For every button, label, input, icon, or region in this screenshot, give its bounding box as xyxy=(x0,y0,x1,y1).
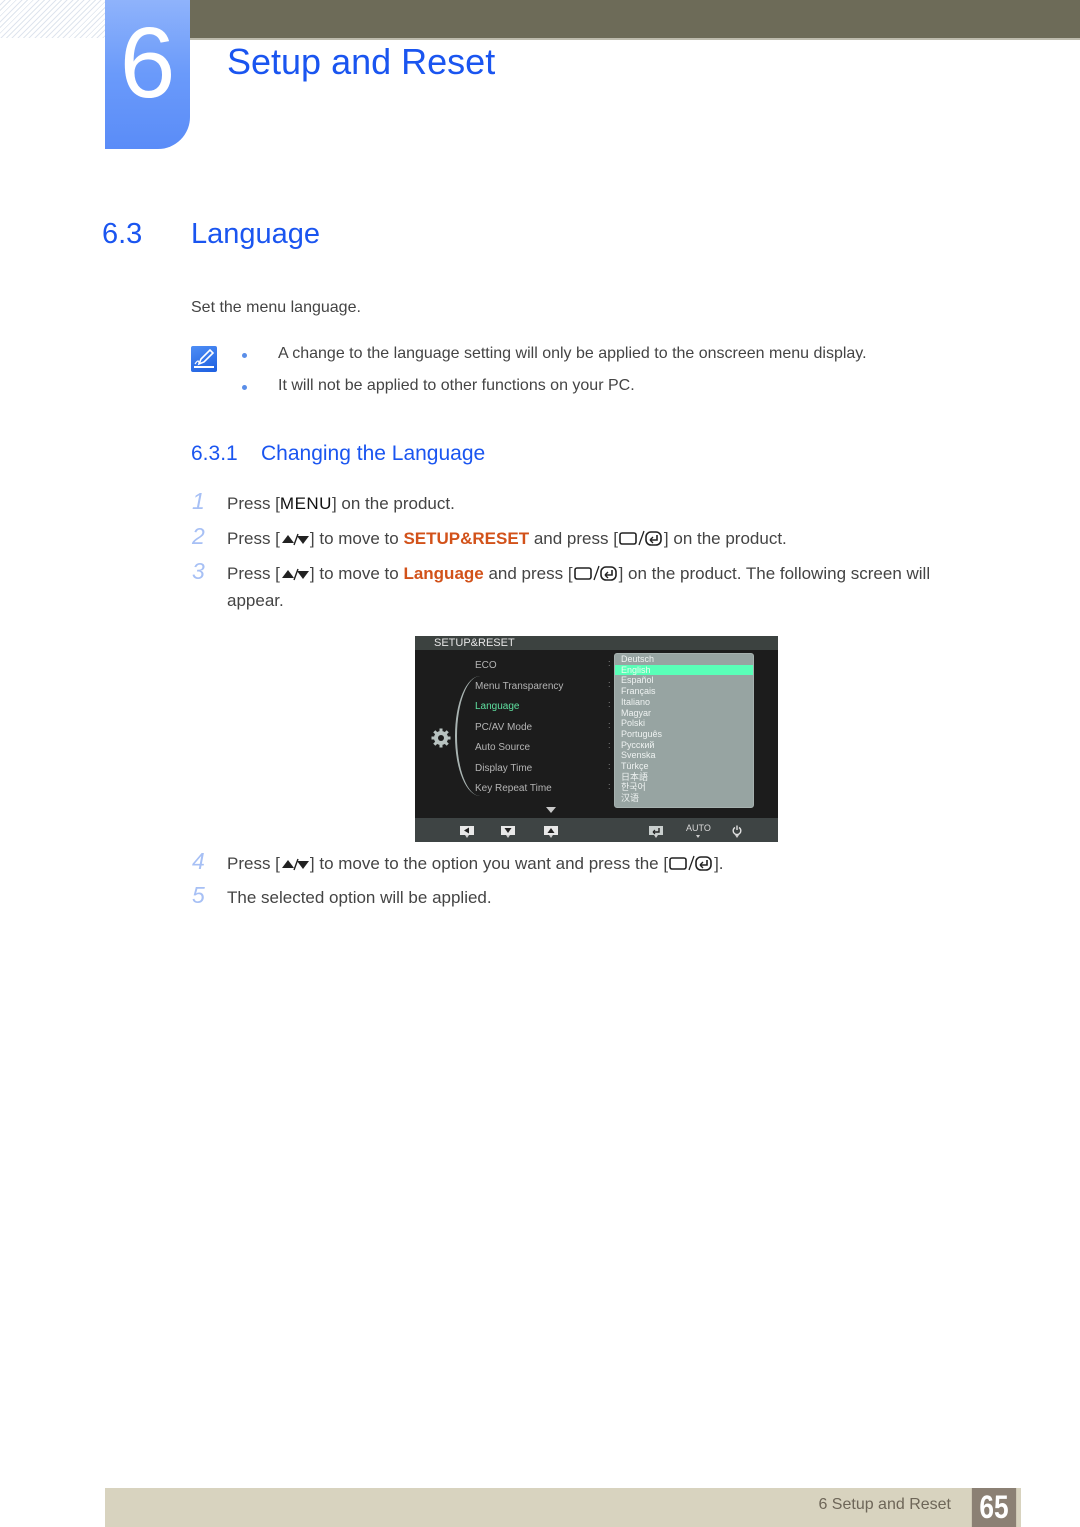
chapter-tab: 6 xyxy=(105,0,190,149)
osd-arc-decoration xyxy=(455,676,497,796)
subsection-number: 6.3.1 xyxy=(191,442,238,465)
section-number: 6.3 xyxy=(102,218,143,250)
gear-icon xyxy=(431,728,451,753)
osd-menu-item-menu-transparency[interactable]: Menu Transparency xyxy=(475,681,563,692)
menu-keyword: Language xyxy=(403,564,484,583)
osd-colon: : xyxy=(608,699,611,709)
osd-menu-item-display-time[interactable]: Display Time xyxy=(475,763,532,774)
step-text: Press [MENU] on the product. xyxy=(227,494,455,514)
osd-colon: : xyxy=(608,781,611,791)
step-text-part: Press [ xyxy=(227,529,280,548)
menu-keyword: SETUP&RESET xyxy=(403,529,530,548)
language-option[interactable]: Türkçe xyxy=(615,761,753,772)
osd-colon: : xyxy=(608,720,611,730)
language-option[interactable]: Magyar xyxy=(615,708,753,719)
osd-menu-item-pc-av-mode[interactable]: PC/AV Mode xyxy=(475,722,532,733)
page-footer: 6 Setup and Reset xyxy=(105,1488,1021,1527)
osd-menu-item-language[interactable]: Language xyxy=(475,701,520,712)
chapter-title: Setup and Reset xyxy=(227,41,496,82)
subsection-title: Changing the Language xyxy=(261,442,486,465)
step-text-part: Press [ xyxy=(227,854,280,873)
note-item: It will not be applied to other function… xyxy=(278,377,635,394)
osd-title: SETUP&RESET xyxy=(434,637,515,649)
step-text: Press [ ] to move to the option you want … xyxy=(227,854,724,876)
osd-colon: : xyxy=(608,740,611,750)
button-indicator-icon xyxy=(696,835,700,838)
language-option[interactable]: Italiano xyxy=(615,697,753,708)
step-text-part: ] to move to the option you want and pre… xyxy=(309,854,669,873)
up-down-arrow-icon xyxy=(280,531,310,551)
chapter-number: 6 xyxy=(119,7,176,119)
osd-menu-item-auto-source[interactable]: Auto Source xyxy=(475,742,530,753)
note-bullet xyxy=(242,385,247,390)
step-number: 2 xyxy=(192,523,205,549)
step-number: 5 xyxy=(192,882,205,908)
button-indicator-icon xyxy=(735,835,739,838)
up-down-arrow-icon xyxy=(280,566,310,586)
language-dropdown-list[interactable]: Deutsch English Español Français Italian… xyxy=(614,653,754,808)
scroll-down-arrow-icon xyxy=(546,800,556,818)
osd-colon: : xyxy=(608,679,611,689)
language-option[interactable]: Français xyxy=(615,686,753,697)
note-bullet xyxy=(242,353,247,358)
language-option[interactable]: Svenska xyxy=(615,750,753,761)
step-text-part: and press [ xyxy=(529,529,618,548)
section-title: Language xyxy=(191,218,321,250)
osd-menu-item-eco[interactable]: ECO xyxy=(475,660,497,671)
language-option[interactable]: Polski xyxy=(615,718,753,729)
step-text-part: ]. xyxy=(714,854,724,873)
step-text-part: ] to move to xyxy=(309,564,404,583)
osd-header: SETUP&RESET xyxy=(415,636,778,650)
page-number: 65 xyxy=(971,1488,1017,1527)
header-hatch-decoration xyxy=(0,0,105,38)
language-option[interactable]: Español xyxy=(615,675,753,686)
step-text-part: Press [ xyxy=(227,564,280,583)
step-text-part: ] to move to xyxy=(309,529,404,548)
language-option[interactable]: Русский xyxy=(615,740,753,751)
step-text-part: ] on the product. xyxy=(663,529,787,548)
button-indicator-icon xyxy=(465,835,469,838)
language-option[interactable]: 日本語 xyxy=(615,772,753,783)
note-pencil-icon xyxy=(191,346,217,372)
up-down-arrow-icon xyxy=(280,856,310,876)
source-enter-icon xyxy=(668,855,714,876)
button-indicator-icon xyxy=(506,835,510,838)
step-text-continued: appear. xyxy=(227,591,284,610)
step-text-part: Press [ xyxy=(227,494,280,513)
auto-button[interactable]: AUTO xyxy=(686,823,711,833)
step-text-part: and press [ xyxy=(483,564,573,583)
step-text: The selected option will be applied. xyxy=(227,888,492,907)
language-option[interactable]: 汉语 xyxy=(615,793,753,804)
osd-colon: : xyxy=(608,658,611,668)
osd-menu-screenshot: SETUP&RESET ECO Menu Transparency Langua… xyxy=(415,636,778,842)
footer-chapter-label: 6 Setup and Reset xyxy=(818,1496,951,1513)
osd-colon: : xyxy=(608,761,611,771)
step-text: Press [ ] to move to Language and press [… xyxy=(227,564,930,586)
language-option[interactable]: 한국어 xyxy=(615,782,753,793)
step-text-part: ] on the product. xyxy=(331,494,455,513)
step-text-part: ] on the product. The following screen w… xyxy=(618,564,931,583)
step-number: 3 xyxy=(192,558,205,584)
source-enter-icon xyxy=(573,565,619,586)
language-option[interactable]: Deutsch xyxy=(615,654,753,665)
step-number: 1 xyxy=(192,488,205,514)
note-item: A change to the language setting will on… xyxy=(278,345,867,362)
language-option-selected[interactable]: English xyxy=(615,664,753,676)
button-indicator-icon xyxy=(549,835,553,838)
osd-menu-item-key-repeat-time[interactable]: Key Repeat Time xyxy=(475,783,552,794)
step-number: 4 xyxy=(192,848,205,874)
source-enter-icon xyxy=(618,530,664,551)
button-indicator-icon xyxy=(654,835,658,838)
osd-button-bar: AUTO xyxy=(415,818,778,842)
step-text: Press [ ] to move to SETUP&RESET and pres… xyxy=(227,529,787,551)
menu-key: MENU xyxy=(279,494,332,513)
language-option[interactable]: Português xyxy=(615,729,753,740)
header-bar xyxy=(190,0,1080,40)
section-intro: Set the menu language. xyxy=(191,299,361,316)
